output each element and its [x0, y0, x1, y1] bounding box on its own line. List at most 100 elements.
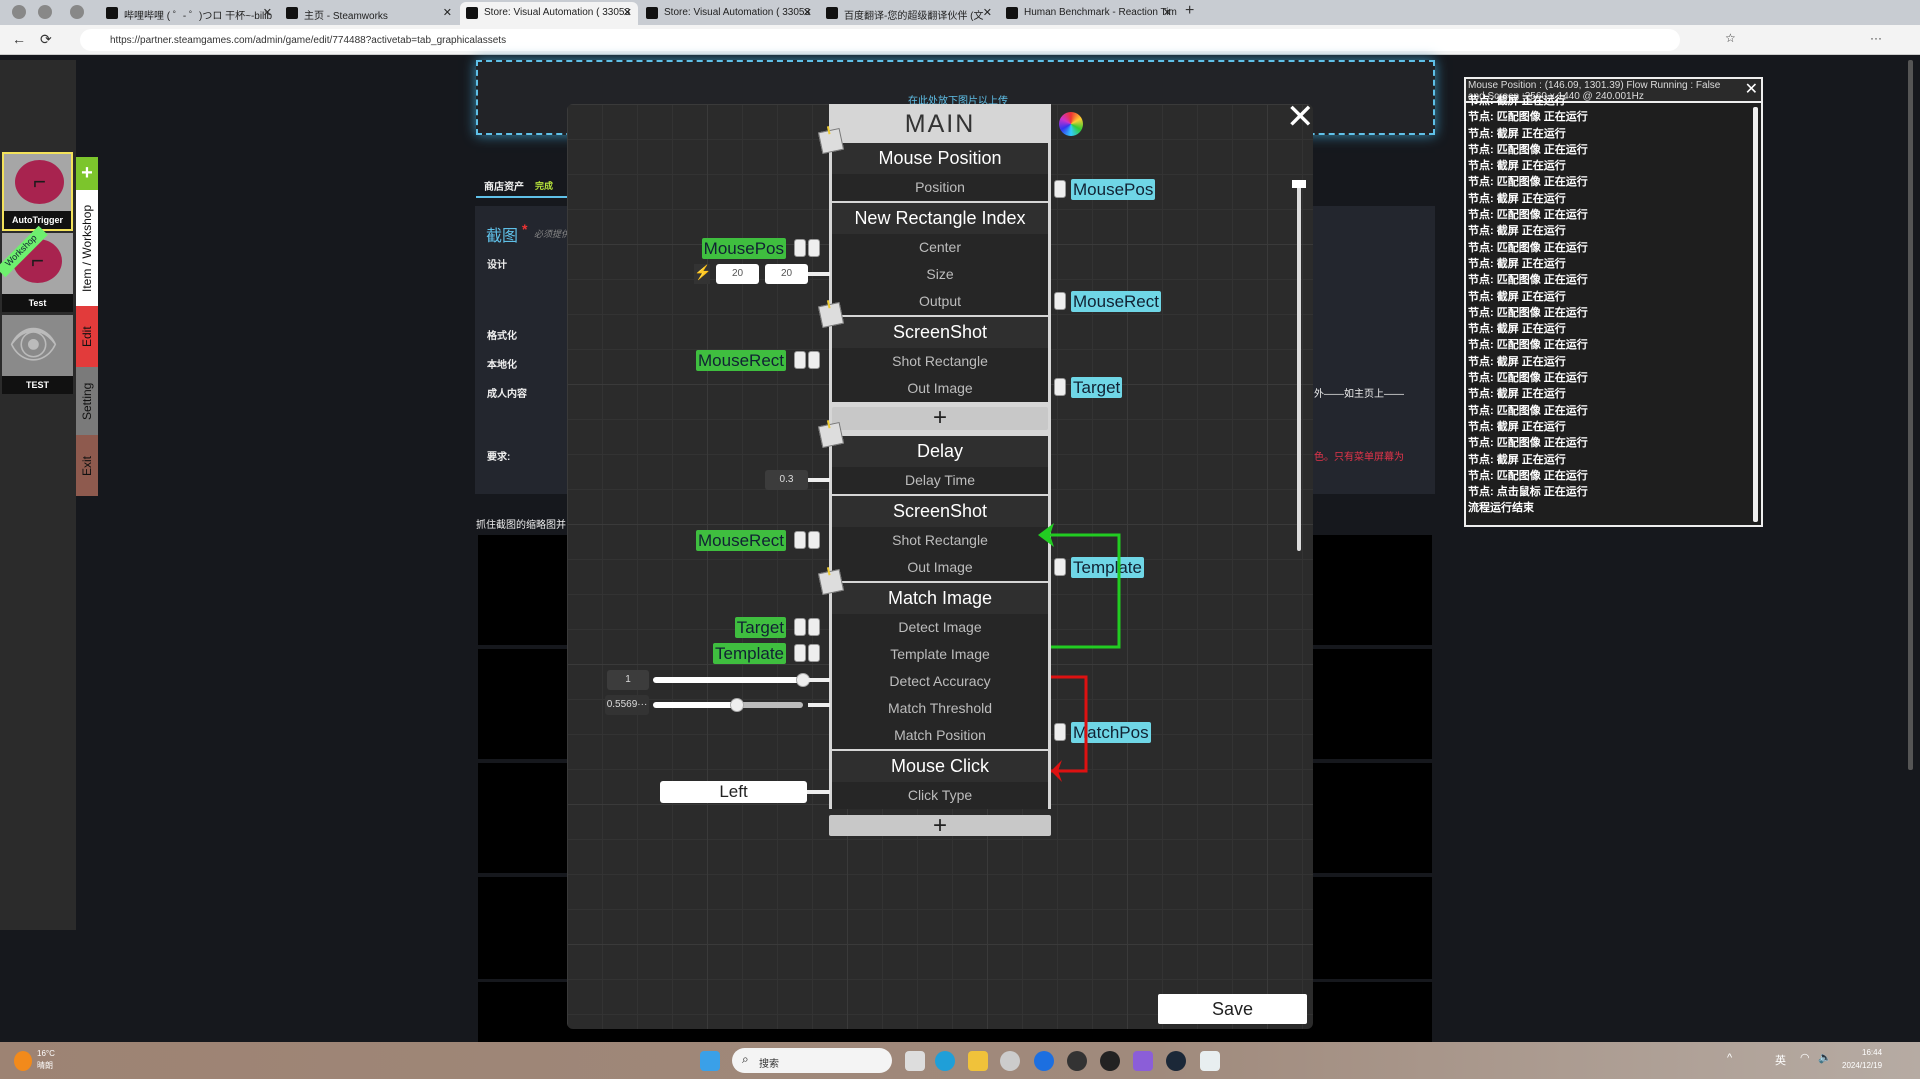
tray-chevron-icon[interactable]: ^: [1727, 1052, 1732, 1064]
search-box[interactable]: ⌕ 搜索: [732, 1048, 892, 1073]
close-tab-icon[interactable]: ✕: [1163, 6, 1172, 19]
input-var-mouserect[interactable]: MouseRect: [696, 350, 786, 371]
node-field: Center: [832, 234, 1048, 261]
pin-icon[interactable]: [818, 422, 844, 448]
item-autotrigger[interactable]: ⌐ AutoTrigger: [2, 152, 73, 231]
steam-icon[interactable]: [1166, 1051, 1186, 1071]
weather-desc[interactable]: 晴朗: [37, 1060, 53, 1071]
add-node-button[interactable]: +: [829, 815, 1051, 836]
refresh-icon[interactable]: ⟳: [40, 31, 52, 48]
weather-temp[interactable]: 16°C: [37, 1049, 55, 1058]
back-icon[interactable]: ←: [12, 31, 26, 47]
flow-node[interactable]: Mouse PositionPosition: [832, 143, 1048, 201]
close-icon[interactable]: ✕: [1286, 100, 1315, 134]
flow-node[interactable]: Mouse ClickClick Type: [832, 751, 1048, 809]
flow-node[interactable]: ScreenShotShot RectangleOut Image: [832, 496, 1048, 581]
save-button[interactable]: Save: [1158, 994, 1307, 1024]
flow-node[interactable]: ScreenShotShot RectangleOut Image: [832, 317, 1048, 402]
connector-plug[interactable]: [1054, 292, 1072, 310]
close-tab-icon[interactable]: ✕: [263, 6, 272, 19]
pin-icon[interactable]: [818, 128, 844, 154]
clock-time[interactable]: 16:44: [1862, 1048, 1882, 1057]
add-node-button[interactable]: +: [832, 407, 1048, 430]
size-width-input[interactable]: 20: [716, 264, 759, 284]
volume-icon[interactable]: 🔈: [1818, 1051, 1832, 1064]
connector-plug[interactable]: [790, 618, 824, 636]
flow-node[interactable]: New Rectangle IndexCenterSizeOutput: [832, 203, 1048, 315]
output-var-mousepos[interactable]: MousePos: [1071, 179, 1155, 200]
collections-icon[interactable]: [38, 5, 52, 19]
task-view-icon[interactable]: [905, 1051, 925, 1071]
input-var-target[interactable]: Target: [735, 617, 786, 638]
favorite-icon[interactable]: ☆: [1725, 31, 1736, 45]
flow-node[interactable]: DelayDelay Time: [832, 436, 1048, 494]
pin-icon[interactable]: [818, 302, 844, 328]
flow-arrows: [1030, 520, 1130, 790]
lightning-icon[interactable]: ⚡: [694, 264, 710, 284]
browser-tab[interactable]: 哔哩哔哩 ( ゜- ゜)つロ 干杯~-bilib✕: [100, 2, 278, 25]
tab-setting[interactable]: Setting: [76, 367, 98, 435]
editor-scroll-thumb[interactable]: [1292, 180, 1306, 188]
size-height-input[interactable]: 20: [765, 264, 808, 284]
tab-edit[interactable]: Edit: [76, 306, 98, 367]
visual-studio-icon[interactable]: [1133, 1051, 1153, 1071]
log-scrollbar[interactable]: [1753, 107, 1758, 522]
accuracy-slider-track[interactable]: [653, 677, 803, 683]
edge-icon[interactable]: [935, 1051, 955, 1071]
connector-plug[interactable]: [790, 644, 824, 662]
threshold-value[interactable]: 0.5569···: [605, 695, 649, 715]
browser-tab[interactable]: Store: Visual Automation ( 33053✕: [460, 2, 638, 25]
app-icon[interactable]: [1034, 1051, 1054, 1071]
click-type-select[interactable]: Left: [660, 781, 807, 803]
editor-scrollbar[interactable]: [1297, 181, 1301, 551]
tab-exit[interactable]: Exit: [76, 435, 98, 496]
input-var-template[interactable]: Template: [713, 643, 786, 664]
browser-tab[interactable]: 主页 - Steamworks✕: [280, 2, 458, 25]
clock-date[interactable]: 2024/12/19: [1842, 1061, 1882, 1070]
connector-plug[interactable]: [790, 239, 824, 257]
connector-plug[interactable]: [790, 351, 824, 369]
flow-node[interactable]: Match ImageDetect ImageTemplate ImageDet…: [832, 583, 1048, 749]
new-tab-button[interactable]: +: [1185, 2, 1194, 20]
sidebar-icon[interactable]: [70, 5, 84, 19]
weather-icon[interactable]: [14, 1051, 32, 1071]
browser-tab[interactable]: 百度翻译-您的超级翻译伙伴 (文✕: [820, 2, 998, 25]
close-tab-icon[interactable]: ✕: [983, 6, 992, 19]
page-scrollbar[interactable]: [1908, 60, 1913, 770]
close-tab-icon[interactable]: ✕: [623, 6, 632, 19]
ime-indicator[interactable]: 英: [1775, 1052, 1786, 1068]
wifi-icon[interactable]: ◠: [1800, 1051, 1810, 1064]
item-test-2[interactable]: 👁 TEST: [2, 315, 73, 394]
menu-icon[interactable]: ···: [1870, 31, 1882, 45]
connector-plug[interactable]: [1054, 180, 1072, 198]
unity-icon[interactable]: [1067, 1051, 1087, 1071]
close-tab-icon[interactable]: ✕: [443, 6, 452, 19]
input-var-mouserect[interactable]: MouseRect: [696, 530, 786, 551]
output-var-target[interactable]: Target: [1071, 377, 1122, 398]
accuracy-value[interactable]: 1: [607, 670, 649, 690]
unity-hub-icon[interactable]: [1100, 1051, 1120, 1071]
close-tab-icon[interactable]: ✕: [803, 6, 812, 19]
browser-tab[interactable]: Store: Visual Automation ( 33053✕: [640, 2, 818, 25]
color-wheel-icon[interactable]: [1059, 112, 1083, 136]
output-var-mouserect[interactable]: MouseRect: [1071, 291, 1161, 312]
item-test[interactable]: ⌐ Workshop Test: [2, 233, 73, 312]
pin-icon[interactable]: [818, 569, 844, 595]
tab-item-workshop[interactable]: Item / Workshop: [76, 190, 98, 306]
add-tab[interactable]: +: [76, 157, 98, 190]
input-var-mousepos[interactable]: MousePos: [702, 238, 786, 259]
connector-plug[interactable]: [790, 531, 824, 549]
section-tab[interactable]: 商店资产: [484, 178, 524, 193]
app-window-icon[interactable]: [1200, 1051, 1220, 1071]
browser-tab[interactable]: Human Benchmark - Reaction Tim✕: [1000, 2, 1178, 25]
threshold-slider-track[interactable]: [653, 702, 803, 708]
threshold-slider-knob[interactable]: [730, 698, 744, 712]
delay-time-input[interactable]: 0.3: [765, 470, 808, 490]
cloud-icon[interactable]: [1000, 1051, 1020, 1071]
close-icon[interactable]: ✕: [1745, 79, 1758, 99]
file-explorer-icon[interactable]: [968, 1051, 988, 1071]
start-icon[interactable]: [700, 1051, 720, 1071]
user-icon[interactable]: [12, 5, 26, 19]
url-field[interactable]: https://partner.steamgames.com/admin/gam…: [80, 29, 1680, 51]
connector-plug[interactable]: [1054, 378, 1072, 396]
